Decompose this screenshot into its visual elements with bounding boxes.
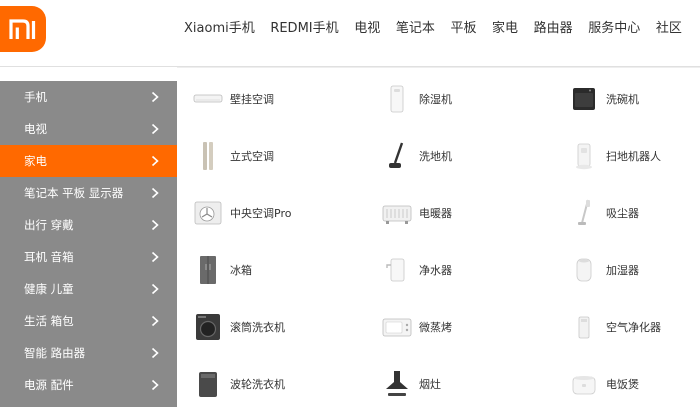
product-label: 电暖器 xyxy=(419,207,452,220)
heater-icon xyxy=(382,205,412,224)
chevron-right-icon xyxy=(151,251,159,263)
product-label: 波轮洗衣机 xyxy=(230,378,285,391)
product-panel: 壁挂空调 除湿机 洗碗机 立式空调 洗地机 扫地机器人 中央空调Pro 电暖器 … xyxy=(177,67,700,408)
floor-washer-icon xyxy=(389,142,404,168)
sidebar-item-travel-wearables[interactable]: 出行 穿戴 xyxy=(0,209,177,241)
product-label: 洗地机 xyxy=(419,150,452,163)
sidebar-item-label: 生活 箱包 xyxy=(24,314,74,328)
product-label: 滚筒洗衣机 xyxy=(230,321,285,334)
water-purifier-icon xyxy=(386,258,405,282)
central-ac-icon xyxy=(194,201,222,225)
sidebar-item-label: 电源 配件 xyxy=(24,378,74,392)
sidebar-item-smart-router[interactable]: 智能 路由器 xyxy=(0,337,177,369)
vacuum-cleaner-icon xyxy=(578,199,590,225)
air-purifier-icon xyxy=(578,316,590,339)
sidebar-item-label: 笔记本 平板 显示器 xyxy=(24,186,124,200)
nav-tv[interactable]: 电视 xyxy=(354,19,380,39)
sidebar-item-appliances[interactable]: 家电 xyxy=(0,145,177,177)
product-label: 加湿器 xyxy=(606,264,639,277)
sidebar-item-laptop-tablet-monitor[interactable]: 笔记本 平板 显示器 xyxy=(0,177,177,209)
product-label: 电饭煲 xyxy=(606,378,639,391)
chevron-right-icon xyxy=(151,219,159,231)
product-label: 中央空调Pro xyxy=(230,207,292,220)
nav-tablet[interactable]: 平板 xyxy=(450,19,476,39)
sidebar-item-life-bags[interactable]: 生活 箱包 xyxy=(0,305,177,337)
sidebar-item-label: 家电 xyxy=(24,154,47,168)
front-load-washer-icon xyxy=(196,314,220,340)
product-label: 立式空调 xyxy=(230,150,274,163)
product-label: 洗碗机 xyxy=(606,93,639,106)
product-label: 微蒸烤 xyxy=(419,321,452,334)
product-label: 吸尘器 xyxy=(606,207,639,220)
humidifier-icon xyxy=(576,258,592,282)
mi-logo[interactable] xyxy=(0,6,46,52)
dehumidifier-icon xyxy=(390,85,404,113)
nav-xiaomi-phone[interactable]: Xiaomi手机 xyxy=(184,19,255,39)
site-header: Xiaomi手机 REDMI手机 电视 笔记本 平板 家电 路由器 服务中心 社… xyxy=(0,0,700,62)
chevron-right-icon xyxy=(151,155,159,167)
sidebar-item-power-accessories[interactable]: 电源 配件 xyxy=(0,369,177,401)
chevron-right-icon xyxy=(151,91,159,103)
rice-cooker-icon xyxy=(572,376,596,395)
nav-service-center[interactable]: 服务中心 xyxy=(588,19,640,39)
category-sidebar: 手机 电视 家电 笔记本 平板 显示器 出行 穿戴 耳机 音箱 健康 儿童 生活… xyxy=(0,81,177,407)
range-hood-icon xyxy=(386,371,408,396)
sidebar-item-label: 耳机 音箱 xyxy=(24,250,74,264)
product-label: 除湿机 xyxy=(419,93,452,106)
product-label: 扫地机器人 xyxy=(606,150,661,163)
product-label: 烟灶 xyxy=(419,378,441,391)
standing-ac-icon xyxy=(203,142,213,170)
top-load-washer-icon xyxy=(199,372,217,397)
steam-oven-icon xyxy=(382,318,412,337)
nav-redmi-phone[interactable]: REDMI手机 xyxy=(270,19,338,39)
fridge-icon xyxy=(200,256,216,284)
product-label: 壁挂空调 xyxy=(230,93,274,106)
nav-laptop[interactable]: 笔记本 xyxy=(396,19,435,39)
chevron-right-icon xyxy=(151,347,159,359)
chevron-right-icon xyxy=(151,315,159,327)
chevron-right-icon xyxy=(151,283,159,295)
product-label: 空气净化器 xyxy=(606,321,661,334)
sidebar-item-tv[interactable]: 电视 xyxy=(0,113,177,145)
product-label: 冰箱 xyxy=(230,264,252,277)
mi-logo-icon xyxy=(9,19,36,39)
wall-ac-icon xyxy=(193,94,223,103)
sidebar-item-label: 健康 儿童 xyxy=(24,282,74,296)
product-label: 净水器 xyxy=(419,264,452,277)
sidebar-item-audio[interactable]: 耳机 音箱 xyxy=(0,241,177,273)
chevron-right-icon xyxy=(151,123,159,135)
nav-appliances[interactable]: 家电 xyxy=(492,19,518,39)
top-nav: Xiaomi手机 REDMI手机 电视 笔记本 平板 家电 路由器 服务中心 社… xyxy=(184,19,682,39)
nav-community[interactable]: 社区 xyxy=(656,19,682,39)
sidebar-item-label: 手机 xyxy=(24,90,47,104)
sidebar-item-label: 出行 穿戴 xyxy=(24,218,74,232)
nav-router[interactable]: 路由器 xyxy=(534,19,573,39)
chevron-right-icon xyxy=(151,379,159,391)
dishwasher-icon xyxy=(573,88,595,110)
sidebar-item-health-kids[interactable]: 健康 儿童 xyxy=(0,273,177,305)
robot-vacuum-icon xyxy=(576,143,592,170)
sidebar-item-label: 智能 路由器 xyxy=(24,346,86,360)
sidebar-item-label: 电视 xyxy=(24,122,47,136)
chevron-right-icon xyxy=(151,187,159,199)
sidebar-item-phone[interactable]: 手机 xyxy=(0,81,177,113)
